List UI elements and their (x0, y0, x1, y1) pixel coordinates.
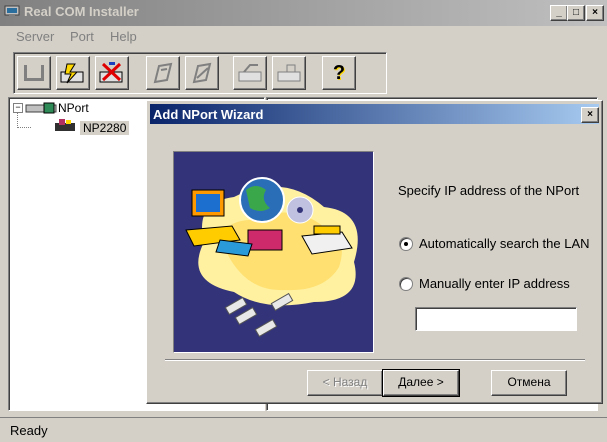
upgrade-firmware-icon[interactable] (233, 56, 267, 90)
status-bar: Ready (0, 417, 607, 442)
cancel-button[interactable]: Отмена (491, 370, 567, 396)
radio-auto-search-label[interactable]: Automatically search the LAN (419, 236, 590, 251)
help-icon[interactable]: ? (322, 56, 356, 90)
tree-collapse-toggle[interactable]: − (13, 103, 23, 113)
tree-child-label[interactable]: NP2280 (80, 121, 130, 135)
ip-address-input[interactable] (415, 307, 577, 331)
dialog-title-bar: Add NPort Wizard × (150, 104, 599, 124)
menu-server[interactable]: Server (16, 29, 54, 44)
remove-server-icon[interactable] (95, 56, 129, 90)
maximize-button[interactable]: □ (567, 5, 585, 21)
status-text: Ready (10, 423, 48, 438)
next-button[interactable]: Далее > (382, 369, 460, 397)
app-icon (4, 5, 20, 19)
radio-manual-ip-label[interactable]: Manually enter IP address (419, 276, 570, 291)
export-config-icon[interactable] (272, 56, 306, 90)
close-button[interactable]: × (586, 5, 604, 21)
radio-manual-ip[interactable] (399, 277, 413, 291)
wizard-prompt: Specify IP address of the NPort (398, 183, 580, 198)
back-button[interactable]: < Назад (307, 370, 383, 396)
tree-root-label[interactable]: NPort (58, 101, 89, 115)
auto-search-icon[interactable] (56, 56, 90, 90)
app-title: Real COM Installer (24, 4, 139, 19)
nport-device-icon (53, 117, 77, 136)
unmap-port-icon[interactable] (185, 56, 219, 90)
wizard-illustration (173, 151, 374, 353)
add-nport-wizard-dialog: Add NPort Wizard × Specify IP address of… (146, 100, 603, 404)
menu-help[interactable]: Help (110, 29, 137, 44)
minimize-button[interactable]: _ (550, 5, 568, 21)
dialog-separator (165, 359, 585, 361)
radio-auto-search[interactable] (399, 237, 413, 251)
dialog-close-button[interactable]: × (581, 107, 599, 123)
map-port-icon[interactable] (146, 56, 180, 90)
server-icon (25, 101, 57, 118)
add-server-icon[interactable] (17, 56, 51, 90)
app-title-bar: Real COM Installer _ □ × (0, 0, 607, 26)
dialog-title: Add NPort Wizard (153, 107, 264, 122)
menu-port[interactable]: Port (70, 29, 94, 44)
